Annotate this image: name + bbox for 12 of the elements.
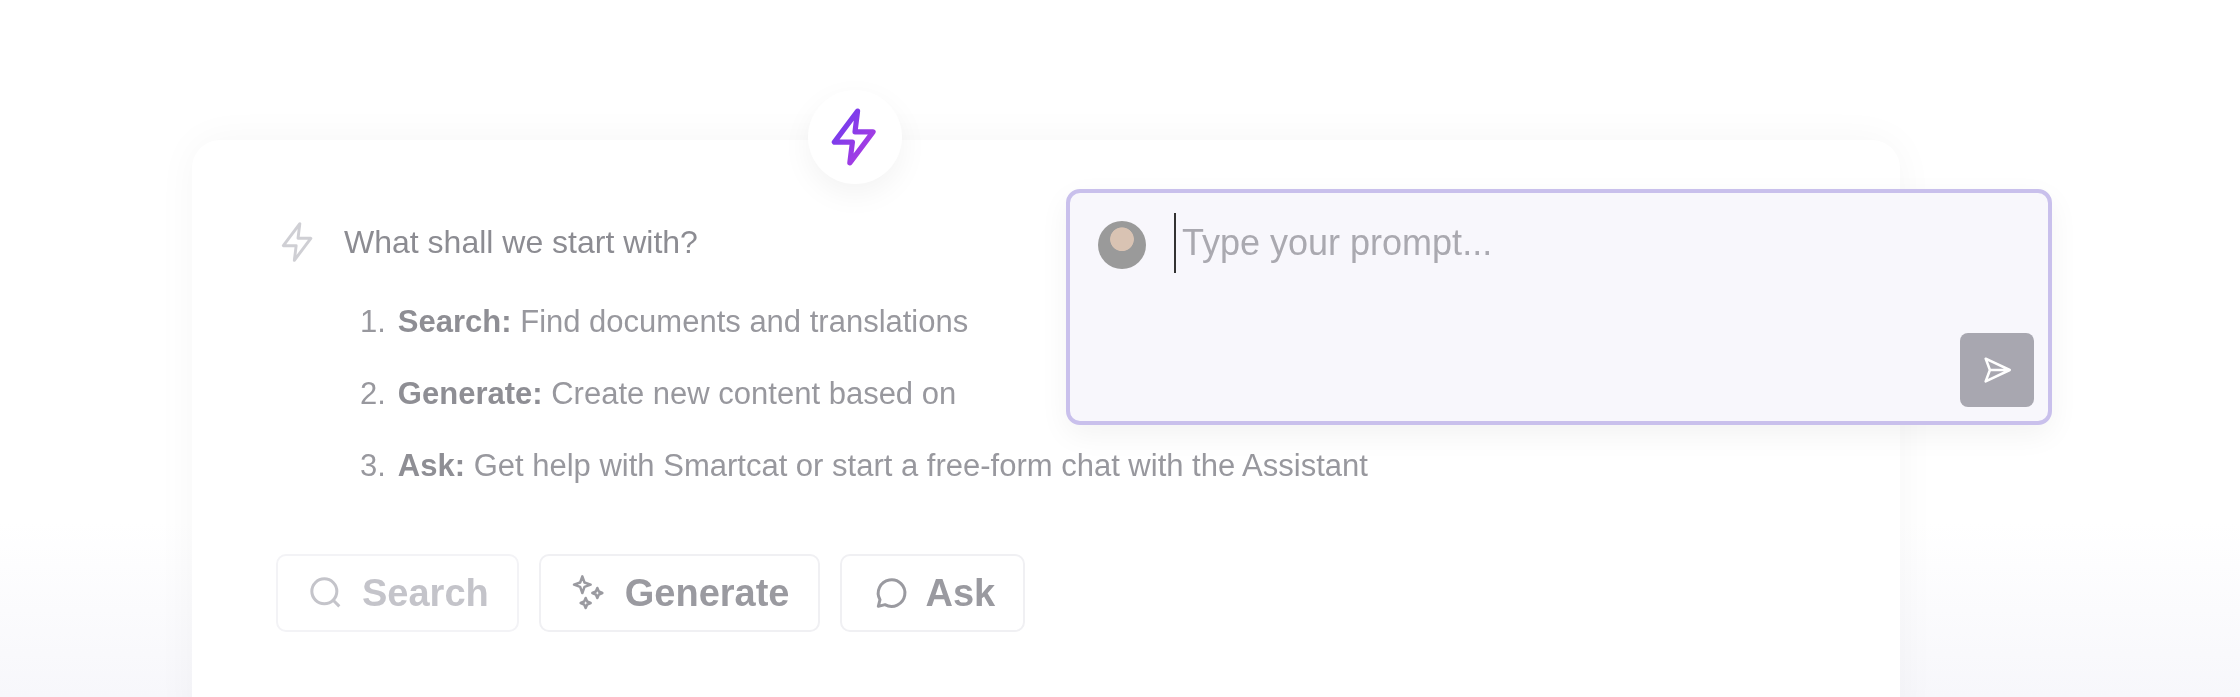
send-button[interactable] [1960, 333, 2034, 407]
list-number: 3. [360, 448, 386, 484]
prompt-input[interactable]: Type your prompt... [1174, 213, 1982, 273]
action-button[interactable]: Ask [839, 554, 1026, 632]
avatar [1098, 221, 1146, 269]
option-text: Search: Find documents and translations [397, 304, 969, 340]
option-text: Ask: Get help with Smartcat or start a free-form chat with the Assistant [397, 448, 1368, 484]
list-number: 2. [360, 376, 386, 412]
option-text: Generate: Create new content based on [397, 376, 957, 412]
question-text: What shall we start with? [344, 223, 698, 261]
action-button[interactable]: Generate [538, 554, 820, 632]
list-number: 1. [360, 304, 386, 340]
